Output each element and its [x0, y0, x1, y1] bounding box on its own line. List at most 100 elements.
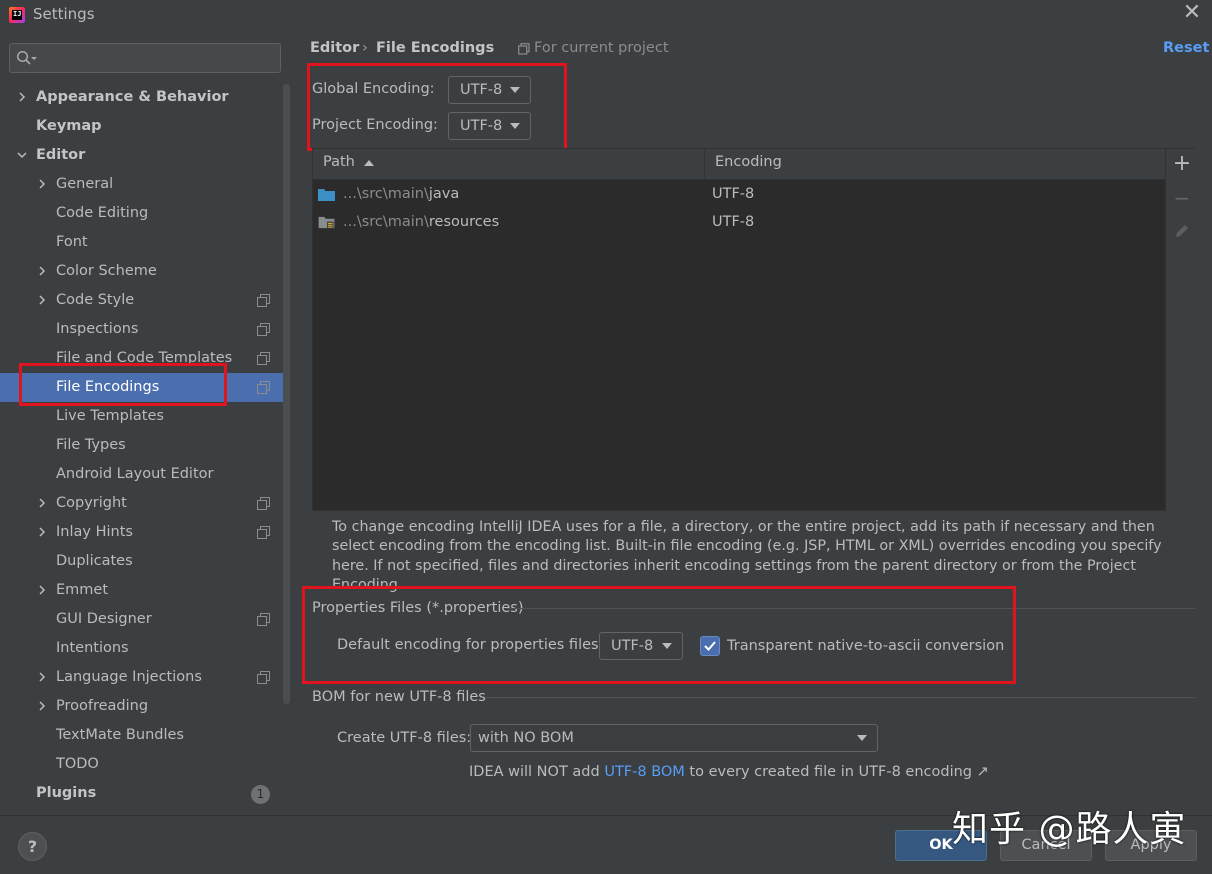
sidebar-item-general[interactable]: General — [0, 170, 291, 199]
sidebar-item-language-injections[interactable]: Language Injections — [0, 663, 291, 692]
sidebar-item-label: Plugins — [36, 785, 97, 801]
utf8-bom-link[interactable]: UTF-8 BOM — [604, 764, 685, 780]
chevron-right-icon[interactable] — [37, 266, 47, 276]
chevron-down-icon[interactable] — [17, 150, 27, 160]
column-header-path[interactable]: Path — [323, 154, 355, 170]
chevron-right-icon[interactable] — [37, 498, 47, 508]
title-bar: IJ Settings ✕ — [0, 0, 1212, 30]
bom-hint: IDEA will NOT add UTF-8 BOM to every cre… — [469, 764, 989, 780]
sidebar-item-keymap[interactable]: Keymap — [0, 112, 291, 141]
sidebar-item-todo[interactable]: TODO — [0, 750, 291, 779]
column-header-encoding[interactable]: Encoding — [715, 154, 782, 170]
sidebar-item-editor[interactable]: Editor — [0, 141, 291, 170]
remove-icon[interactable]: − — [1171, 185, 1193, 211]
sidebar-item-android-layout-editor[interactable]: Android Layout Editor — [0, 460, 291, 489]
sidebar-item-color-scheme[interactable]: Color Scheme — [0, 257, 291, 286]
bom-dropdown[interactable]: with NO BOM — [470, 724, 878, 752]
chevron-right-icon[interactable] — [37, 585, 47, 595]
resources-folder-icon — [318, 216, 335, 229]
table-toolbar: + − — [1165, 149, 1196, 512]
settings-content-panel: Editor › File Encodings For current proj… — [291, 30, 1212, 815]
sidebar-item-label: Editor — [36, 147, 86, 163]
sidebar-item-inspections[interactable]: Inspections — [0, 315, 291, 344]
breadcrumb-separator: › — [362, 40, 368, 56]
search-icon — [16, 50, 37, 65]
sidebar-item-code-editing[interactable]: Code Editing — [0, 199, 291, 228]
table-row[interactable]: ...\src\main\java UTF-8 — [313, 180, 1165, 208]
sidebar-item-code-style[interactable]: Code Style — [0, 286, 291, 315]
project-scope-icon — [257, 613, 270, 626]
chevron-right-icon[interactable] — [37, 672, 47, 682]
row-encoding[interactable]: UTF-8 — [712, 208, 754, 236]
window-title: Settings — [33, 5, 95, 23]
project-scope-icon — [257, 381, 270, 394]
sidebar-item-copyright[interactable]: Copyright — [0, 489, 291, 518]
sidebar-item-textmate-bundles[interactable]: TextMate Bundles — [0, 721, 291, 750]
update-count-badge: 1 — [251, 785, 270, 804]
chevron-right-icon[interactable] — [37, 179, 47, 189]
sidebar-item-label: GUI Designer — [56, 611, 152, 627]
sidebar-item-appearance-behavior[interactable]: Appearance & Behavior — [0, 83, 291, 112]
sidebar-item-label: Color Scheme — [56, 263, 157, 279]
project-scope-icon — [257, 294, 270, 307]
table-header: Path Encoding — [313, 149, 1165, 180]
project-scope-icon — [257, 526, 270, 539]
breadcrumb-parent[interactable]: Editor — [310, 40, 359, 56]
sidebar-item-intentions[interactable]: Intentions — [0, 634, 291, 663]
project-scope-icon — [257, 497, 270, 510]
chevron-right-icon[interactable] — [37, 527, 47, 537]
project-scope-icon — [257, 323, 270, 336]
chevron-right-icon[interactable] — [37, 295, 47, 305]
create-utf8-label: Create UTF-8 files: — [337, 730, 472, 746]
highlight-box-selected-item — [19, 363, 227, 406]
sidebar-item-label: Duplicates — [56, 553, 133, 569]
sidebar-item-label: Intentions — [56, 640, 129, 656]
sidebar-item-label: Android Layout Editor — [56, 466, 214, 482]
row-encoding[interactable]: UTF-8 — [712, 180, 754, 208]
sidebar-item-label: Proofreading — [56, 698, 149, 714]
sidebar-item-gui-designer[interactable]: GUI Designer — [0, 605, 291, 634]
sidebar-item-emmet[interactable]: Emmet — [0, 576, 291, 605]
reset-link[interactable]: Reset — [1163, 40, 1209, 56]
add-icon[interactable]: + — [1171, 151, 1193, 177]
breadcrumb-current: File Encodings — [376, 40, 495, 56]
sidebar-item-label: Code Editing — [56, 205, 149, 221]
project-scope-icon — [257, 671, 270, 684]
settings-search-input[interactable] — [9, 43, 281, 73]
section-divider — [485, 697, 1195, 698]
bom-section-title: BOM for new UTF-8 files — [312, 689, 486, 705]
tree-scrollbar-thumb[interactable] — [283, 84, 290, 704]
sidebar-item-label: Appearance & Behavior — [36, 89, 229, 105]
sidebar-item-plugins[interactable]: Plugins 1 — [0, 779, 291, 808]
column-divider[interactable] — [704, 149, 705, 180]
highlight-box-properties — [302, 586, 1016, 684]
sidebar-item-label: Code Style — [56, 292, 135, 308]
scope-note: For current project — [534, 40, 669, 56]
sidebar-item-label: TODO — [56, 756, 99, 772]
sidebar-item-label: General — [56, 176, 114, 192]
sidebar-item-label: Keymap — [36, 118, 102, 134]
path-encoding-table: Path Encoding ...\src\main\java UTF-8 ..… — [312, 148, 1196, 512]
sidebar-item-live-templates[interactable]: Live Templates — [0, 402, 291, 431]
help-button[interactable]: ? — [18, 832, 47, 861]
sidebar-item-font[interactable]: Font — [0, 228, 291, 257]
sidebar-item-label: File Types — [56, 437, 126, 453]
sidebar-item-duplicates[interactable]: Duplicates — [0, 547, 291, 576]
row-path: ...\src\main\java — [343, 186, 460, 202]
source-folder-icon — [318, 189, 335, 201]
row-path: ...\src\main\resources — [343, 214, 500, 230]
watermark: 知乎 @路人寅 — [952, 809, 1187, 850]
edit-icon[interactable] — [1174, 223, 1190, 239]
chevron-right-icon[interactable] — [17, 92, 27, 102]
encoding-help-text: To change encoding IntelliJ IDEA uses fo… — [332, 519, 1162, 593]
sidebar-item-label: Emmet — [56, 582, 109, 598]
sidebar-item-file-types[interactable]: File Types — [0, 431, 291, 460]
chevron-down-icon — [857, 735, 867, 741]
sidebar-item-inlay-hints[interactable]: Inlay Hints — [0, 518, 291, 547]
sidebar-item-label: Font — [56, 234, 88, 250]
sidebar-item-label: Inlay Hints — [56, 524, 133, 540]
close-icon[interactable]: ✕ — [1180, 0, 1204, 26]
chevron-right-icon[interactable] — [37, 701, 47, 711]
table-row[interactable]: ...\src\main\resources UTF-8 — [313, 208, 1165, 236]
sidebar-item-proofreading[interactable]: Proofreading — [0, 692, 291, 721]
